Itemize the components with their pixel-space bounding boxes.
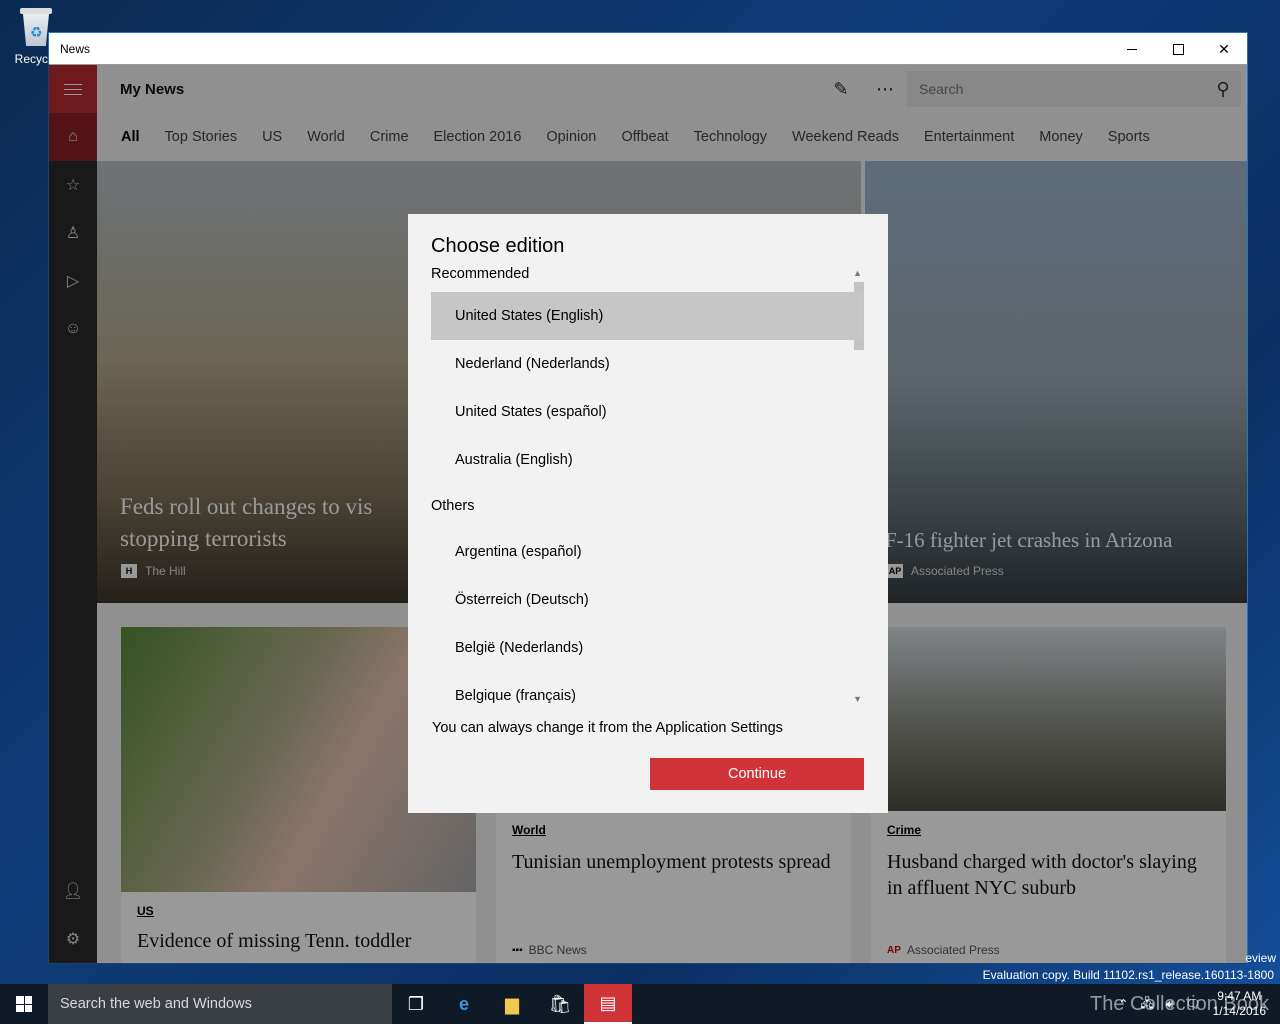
- taskbar-search[interactable]: Search the web and Windows: [48, 984, 392, 1024]
- network-icon[interactable]: 🖧︎: [1140, 994, 1153, 1015]
- maximize-button[interactable]: [1155, 33, 1201, 65]
- edition-option[interactable]: United States (español): [431, 388, 863, 436]
- choose-edition-dialog: Choose edition ▲ ▼ Recommended United St…: [408, 214, 888, 813]
- news-app-taskbar-icon[interactable]: ▤: [584, 984, 632, 1024]
- recommended-header: Recommended: [431, 266, 530, 282]
- edition-list: Recommended United States (English) Nede…: [431, 266, 871, 718]
- continue-button[interactable]: Continue: [650, 758, 864, 790]
- edition-option[interactable]: België (Nederlands): [431, 624, 863, 672]
- edge-browser-icon[interactable]: e: [440, 984, 488, 1024]
- windows-logo-icon: [16, 996, 32, 1012]
- system-tray: ⌃ 🖧︎ 🔊︎ 🗨︎ 9:47 AM 1/14/2016: [1118, 984, 1280, 1024]
- edition-option[interactable]: Argentina (español): [431, 528, 863, 576]
- file-explorer-icon[interactable]: ▆: [488, 984, 536, 1024]
- show-hidden-icons-icon[interactable]: ⌃: [1118, 997, 1128, 1011]
- title-bar[interactable]: News ✕: [49, 33, 1247, 65]
- evaluation-watermark: Evaluation copy. Build 11102.rs1_release…: [982, 968, 1274, 982]
- edition-option[interactable]: Australia (English): [431, 436, 863, 484]
- taskbar-clock[interactable]: 9:47 AM 1/14/2016: [1213, 989, 1266, 1019]
- clock-date: 1/14/2016: [1212, 1004, 1266, 1018]
- action-center-icon[interactable]: 🗨︎: [1185, 997, 1200, 1011]
- taskbar: Search the web and Windows ❐ e ▆ 🛍︎ ▤ Th…: [0, 984, 1280, 1024]
- close-button[interactable]: ✕: [1201, 33, 1247, 65]
- start-button[interactable]: [0, 984, 48, 1024]
- window-title: News: [60, 42, 91, 56]
- clock-time: 9:47 AM: [1217, 989, 1262, 1003]
- task-view-icon[interactable]: ❐: [392, 984, 440, 1024]
- edition-option[interactable]: United States (English): [431, 292, 863, 340]
- volume-icon[interactable]: 🔊︎: [1166, 997, 1174, 1012]
- close-icon: ✕: [1218, 40, 1230, 57]
- preview-text: eview: [1245, 951, 1276, 965]
- minimize-button[interactable]: [1109, 33, 1155, 65]
- edition-option[interactable]: Österreich (Deutsch): [431, 576, 863, 624]
- others-header: Others: [431, 498, 475, 514]
- settings-note: You can always change it from the Applic…: [432, 720, 783, 736]
- store-icon[interactable]: 🛍︎: [536, 984, 584, 1024]
- edition-option[interactable]: Belgique (français): [431, 672, 863, 718]
- dialog-title: Choose edition: [431, 235, 565, 257]
- edition-option[interactable]: Nederland (Nederlands): [431, 340, 863, 388]
